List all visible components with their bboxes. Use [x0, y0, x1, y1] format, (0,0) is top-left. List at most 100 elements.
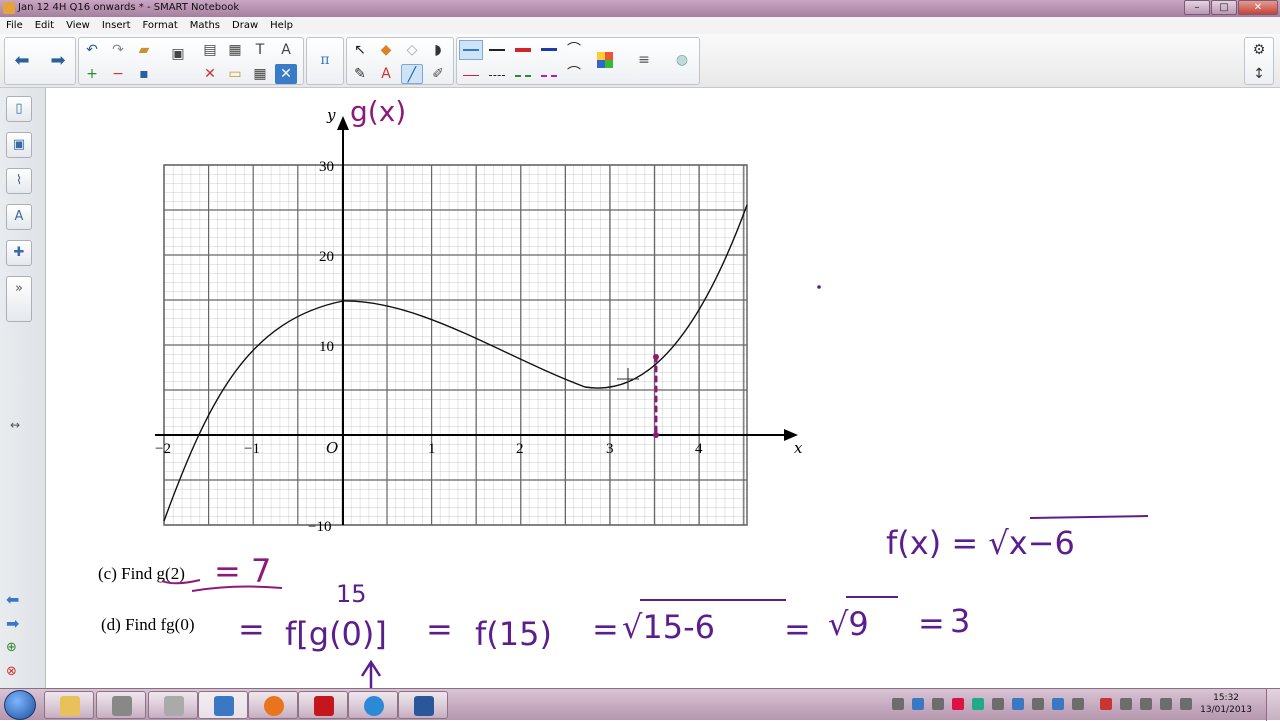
tray-icon[interactable]: [892, 698, 904, 710]
addons-tab-icon[interactable]: ✚: [6, 240, 32, 266]
minimize-button[interactable]: –: [1184, 0, 1210, 15]
screen-capture-icon[interactable]: ▦: [224, 40, 246, 60]
text-icon[interactable]: A: [375, 64, 397, 84]
show-desktop-button[interactable]: [1266, 689, 1280, 721]
next-page-side-icon[interactable]: ➡: [6, 614, 19, 633]
redo-icon[interactable]: ↷: [107, 40, 129, 60]
pens-icon[interactable]: ✎: [349, 64, 371, 84]
menu-file[interactable]: File: [0, 20, 29, 31]
eraser-icon[interactable]: ◇: [401, 40, 423, 60]
taskbar-internet-explorer[interactable]: [348, 691, 398, 719]
battery-icon[interactable]: [1160, 698, 1172, 710]
line-style-dashed[interactable]: [489, 75, 505, 76]
magic-pen-icon[interactable]: ✐: [427, 64, 449, 84]
navigation-group: ⬅ ➡: [4, 37, 76, 85]
notebook-icon: [214, 696, 234, 716]
gallery-tab-icon[interactable]: ▣: [6, 132, 32, 158]
screen-shade-icon[interactable]: ▭: [224, 64, 246, 84]
tray-icon[interactable]: [952, 698, 964, 710]
line-style-red-thick[interactable]: [515, 48, 531, 52]
annotation-15: 15: [336, 580, 367, 608]
add-page-side-icon[interactable]: ⊕: [6, 640, 17, 655]
line-style-curve[interactable]: ⌒: [563, 40, 585, 60]
text-tool-icon[interactable]: T: [249, 40, 271, 60]
tray-icon[interactable]: [1120, 698, 1132, 710]
menu-help[interactable]: Help: [264, 20, 299, 31]
tray-icon[interactable]: [972, 698, 984, 710]
delete-icon[interactable]: ✕: [199, 64, 221, 84]
tray-icon[interactable]: [1032, 698, 1044, 710]
shapes-icon[interactable]: ◆: [375, 40, 397, 60]
save-icon[interactable]: ▪: [133, 64, 155, 84]
previous-page-icon[interactable]: ⬅: [11, 51, 33, 71]
menu-maths[interactable]: Maths: [184, 20, 226, 31]
line-style-curve-2[interactable]: ⌒: [563, 64, 585, 84]
full-screen-icon[interactable]: ✕: [275, 64, 297, 84]
menu-edit[interactable]: Edit: [29, 20, 60, 31]
menu-format[interactable]: Format: [137, 20, 184, 31]
tray-icon[interactable]: [1012, 698, 1024, 710]
undo-icon[interactable]: ↶: [81, 40, 103, 60]
folder-icon: [60, 696, 80, 716]
line-tool-icon[interactable]: ╱: [401, 64, 423, 84]
taskbar-clock[interactable]: 15:32 13/01/2013: [1200, 692, 1252, 716]
delete-page-icon[interactable]: −: [107, 64, 129, 84]
menu-view[interactable]: View: [60, 20, 96, 31]
taskbar-smart-tools[interactable]: [96, 691, 146, 719]
y-tick-label: 30: [319, 159, 334, 175]
notebook-page[interactable]: y x O −2 −1 1 2 3 4 30 20 10 −10 g(x) (c…: [47, 88, 1280, 688]
working-f-of-15: f(15): [475, 615, 552, 653]
line-style-magenta-dashed[interactable]: [541, 75, 557, 77]
gear-icon[interactable]: ⚙: [1248, 40, 1270, 60]
maths-tools-icon[interactable]: π: [314, 50, 336, 70]
line-style-green-dashed[interactable]: [515, 75, 531, 77]
taskbar-firefox[interactable]: [248, 691, 298, 719]
taskbar-word[interactable]: [398, 691, 448, 719]
taskbar-acrobat[interactable]: [298, 691, 348, 719]
paste-icon[interactable]: ▤: [199, 40, 221, 60]
next-page-icon[interactable]: ➡: [47, 51, 69, 71]
spellcheck-icon[interactable]: A: [275, 40, 297, 60]
tray-icon[interactable]: [932, 698, 944, 710]
line-style-red-thin[interactable]: [463, 75, 479, 76]
transparency-icon[interactable]: ◍: [671, 50, 693, 70]
add-page-icon[interactable]: +: [81, 64, 103, 84]
attachments-tab-icon[interactable]: ⌇: [6, 168, 32, 194]
tray-icon[interactable]: [992, 698, 1004, 710]
menu-draw[interactable]: Draw: [226, 20, 264, 31]
expand-sidebar-icon[interactable]: »: [6, 276, 32, 322]
tray-icon[interactable]: [1100, 698, 1112, 710]
close-button[interactable]: ✕: [1238, 0, 1278, 15]
title-bar: Jan 12 4H Q16 onwards * - SMART Notebook…: [0, 0, 1280, 17]
line-style-black[interactable]: [489, 49, 505, 51]
open-file-icon[interactable]: ▰: [133, 40, 155, 60]
toolbar-position-icon[interactable]: ↕: [1248, 64, 1270, 84]
previous-page-side-icon[interactable]: ⬅: [6, 590, 19, 609]
taskbar-keyboard[interactable]: [148, 691, 198, 719]
table-icon[interactable]: ▦: [249, 64, 271, 84]
page-sorter-tab-icon[interactable]: ▯: [6, 96, 32, 122]
toolbar: ⬅ ➡ ↶ ↷ ▰ ▣ ▤ ▦ T A + − ▪ ✕ ▭ ▦ ✕ π ↖ ◆ …: [0, 34, 1280, 88]
axis-point-marker: [653, 432, 659, 438]
volume-icon[interactable]: [1180, 698, 1192, 710]
tray-icon[interactable]: [1052, 698, 1064, 710]
edit-group: ↶ ↷ ▰ ▣ ▤ ▦ T A + − ▪ ✕ ▭ ▦ ✕: [78, 37, 304, 85]
tray-icon[interactable]: [912, 698, 924, 710]
taskbar-smart-notebook[interactable]: [198, 691, 248, 719]
maximize-button[interactable]: □: [1211, 0, 1237, 15]
start-button-icon[interactable]: [4, 690, 36, 720]
tray-icon[interactable]: [1072, 698, 1084, 710]
color-palette-icon[interactable]: [597, 52, 613, 68]
taskbar-explorer[interactable]: [44, 691, 94, 719]
properties-tab-icon[interactable]: A: [6, 204, 32, 230]
line-properties-icon[interactable]: ≡: [633, 50, 655, 70]
delete-page-side-icon[interactable]: ⊗: [6, 664, 17, 679]
menu-insert[interactable]: Insert: [96, 20, 137, 31]
screen-display-icon[interactable]: ▣: [167, 44, 189, 64]
network-icon[interactable]: [1140, 698, 1152, 710]
working-answer-3: 3: [950, 602, 970, 640]
line-style-blue-arrow[interactable]: [541, 48, 557, 51]
select-arrow-icon[interactable]: ↖: [349, 40, 371, 60]
resize-sidebar-icon[interactable]: ↔: [10, 418, 20, 432]
fill-icon[interactable]: ◗: [427, 40, 449, 60]
